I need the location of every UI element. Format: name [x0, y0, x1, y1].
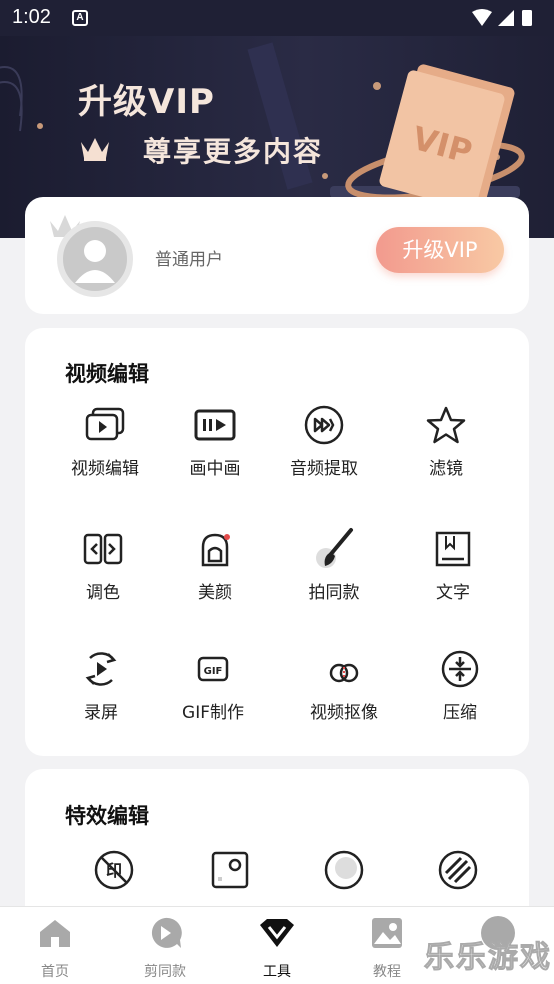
- svg-text:印: 印: [106, 861, 122, 880]
- tool-label: 调色: [86, 583, 120, 603]
- photo-frame-icon: [211, 851, 249, 889]
- tool-filter[interactable]: 滤镜: [386, 400, 506, 479]
- crown-icon: [81, 138, 109, 161]
- home-icon: [40, 920, 70, 947]
- tool-audio-extract[interactable]: 音频提取: [264, 400, 384, 479]
- gif-icon: GIF: [197, 656, 229, 682]
- upgrade-vip-button[interactable]: 升级VIP: [376, 227, 504, 273]
- tool-label: 文字: [436, 583, 470, 603]
- video-edit-card: 视频编辑 视频编辑 画中画 音频提取 滤镜 调色 美颜 拍同款 文字 录屏 GI…: [25, 328, 529, 756]
- image-icon: [372, 918, 402, 948]
- tool-shoot-same[interactable]: 拍同款: [274, 524, 394, 603]
- tool-label: 画中画: [189, 459, 241, 479]
- beauty-icon: [201, 533, 230, 567]
- banner-title: 升级VIP: [78, 82, 215, 122]
- tool-beauty[interactable]: 美颜: [155, 524, 275, 603]
- stripe-effect-icon: [438, 850, 478, 890]
- tool-compress[interactable]: 压缩: [400, 644, 520, 723]
- tool-photo-frame[interactable]: [170, 845, 290, 895]
- diamond-icon: [260, 919, 294, 947]
- brush-icon: [316, 528, 353, 568]
- tool-picture-in-picture[interactable]: 画中画: [155, 400, 275, 479]
- banner-subtitle: 尊享更多内容: [143, 135, 324, 168]
- tool-label: 美颜: [198, 583, 232, 603]
- user-name: 普通用户: [155, 250, 223, 270]
- fx-edit-card: 特效编辑 印: [25, 769, 529, 929]
- nav-tools[interactable]: 工具: [232, 915, 322, 981]
- tool-label: 视频抠像: [310, 703, 378, 723]
- tool-label: 视频编辑: [71, 459, 139, 479]
- tool-label: 音频提取: [290, 459, 358, 479]
- wifi-signal-battery-icon: [472, 9, 532, 26]
- play-bubble-icon: [151, 917, 182, 948]
- nav-label: 教程: [373, 964, 401, 980]
- compress-icon: [441, 650, 479, 688]
- matting-icon: [329, 663, 359, 683]
- audio-extract-icon: [304, 405, 344, 445]
- watermark-remove-icon: 印: [94, 850, 134, 890]
- tool-label: 滤镜: [429, 459, 463, 479]
- tool-label: 录屏: [84, 703, 118, 723]
- status-bar: 1:02 A: [0, 0, 554, 36]
- tool-color-adjust[interactable]: 调色: [43, 524, 163, 603]
- tool-gif-maker[interactable]: GIF GIF制作: [153, 644, 273, 723]
- status-time: 1:02: [12, 6, 51, 28]
- tool-circle-mask[interactable]: [284, 845, 404, 895]
- tool-video-matting[interactable]: 视频抠像: [284, 644, 404, 723]
- section-title-video-edit: 视频编辑: [65, 362, 149, 386]
- avatar[interactable]: [57, 221, 133, 297]
- notification-a-icon: A: [72, 10, 88, 26]
- section-title-fx-edit: 特效编辑: [65, 804, 149, 828]
- tool-label: 压缩: [443, 703, 477, 723]
- svg-text:GIF: GIF: [204, 666, 223, 677]
- tool-label: 拍同款: [308, 583, 360, 603]
- tool-stripe-effect[interactable]: [398, 845, 518, 895]
- nav-tutorial[interactable]: 教程: [342, 915, 432, 981]
- screen-record-icon: [85, 652, 117, 686]
- default-avatar-icon: [75, 240, 115, 283]
- picture-in-picture-icon: [194, 409, 236, 441]
- nav-label: 剪同款: [144, 964, 186, 980]
- text-icon: [435, 531, 471, 567]
- nav-cut-same[interactable]: 剪同款: [120, 915, 210, 981]
- color-adjust-icon: [83, 533, 123, 565]
- tool-watermark-remove[interactable]: 印: [54, 845, 174, 895]
- watermark-text: 乐乐游戏: [424, 940, 552, 976]
- nav-label: 工具: [263, 964, 291, 980]
- star-icon: [426, 406, 466, 444]
- circle-mask-icon: [324, 850, 364, 890]
- tool-label: GIF制作: [182, 703, 244, 723]
- tool-video-edit[interactable]: 视频编辑: [45, 400, 165, 479]
- nav-label: 首页: [41, 964, 69, 980]
- tool-screen-record[interactable]: 录屏: [41, 644, 161, 723]
- video-stack-icon: [85, 407, 125, 441]
- tool-text[interactable]: 文字: [393, 524, 513, 603]
- nav-home[interactable]: 首页: [10, 915, 100, 981]
- user-card: 普通用户 升级VIP: [25, 197, 529, 314]
